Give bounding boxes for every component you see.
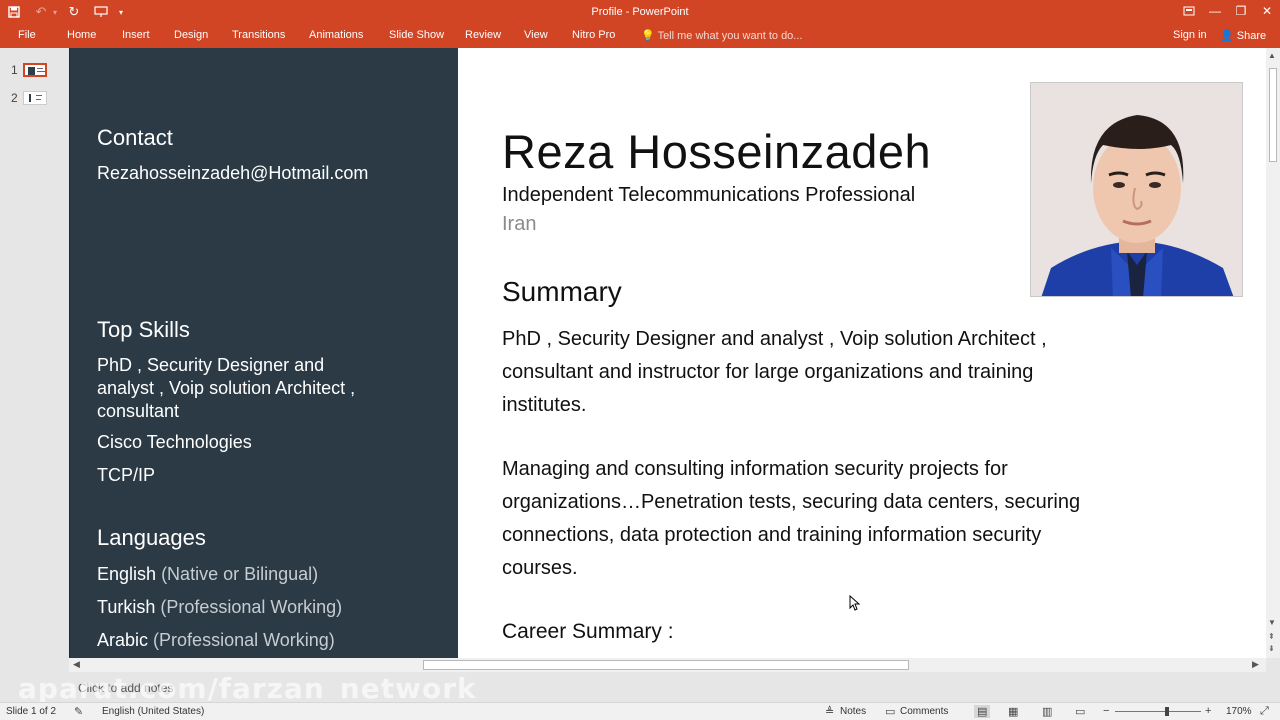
ribbon-tabs: File Home Insert Design Transitions Anim…: [0, 25, 1280, 48]
zoom-slider-handle[interactable]: [1165, 707, 1169, 716]
language-name: Arabic: [97, 630, 149, 650]
language-name: Turkish: [97, 597, 156, 617]
email-text: Rezahosseinzadeh@Hotmail.com: [97, 163, 369, 183]
tab-home[interactable]: Home: [67, 29, 96, 45]
slide-thumbnail-pane: 1 2: [0, 48, 69, 675]
tab-design[interactable]: Design: [174, 29, 208, 45]
career-summary-heading[interactable]: Career Summary :: [502, 620, 674, 644]
tab-animations[interactable]: Animations: [309, 29, 363, 45]
share-button[interactable]: 👤 Share: [1220, 29, 1266, 42]
summary-paragraph[interactable]: Managing and consulting information secu…: [502, 453, 1222, 585]
restore-icon[interactable]: ❐: [1228, 0, 1254, 22]
slide-canvas[interactable]: Contact Rezahosseinzadeh@Hotmail.com Top…: [69, 48, 1266, 658]
zoom-out-icon[interactable]: −: [1103, 705, 1109, 717]
person-icon: 👤: [1220, 30, 1234, 42]
language-level: (Native or Bilingual): [161, 564, 319, 584]
horizontal-scrollbar[interactable]: ◀ ▶: [69, 658, 1266, 672]
language-level: (Professional Working): [153, 630, 335, 650]
profile-location[interactable]: Iran: [502, 213, 536, 236]
slide-main-content: Reza Hosseinzadeh Independent Telecommun…: [458, 48, 1266, 658]
zoom-in-icon[interactable]: +: [1205, 705, 1211, 717]
previous-slide-icon[interactable]: ⇞: [1268, 632, 1275, 641]
horizontal-scroll-thumb[interactable]: [423, 660, 909, 670]
lightbulb-icon: 💡: [641, 30, 655, 42]
tab-view[interactable]: View: [524, 29, 548, 45]
scroll-left-icon[interactable]: ◀: [73, 659, 80, 670]
languages-heading: Languages: [97, 525, 206, 550]
profile-photo[interactable]: [1030, 82, 1243, 297]
scroll-right-icon[interactable]: ▶: [1252, 659, 1259, 670]
skill-item: PhD , Security Designer and analyst , Vo…: [97, 355, 356, 421]
slide-sorter-icon[interactable]: ▦: [1008, 705, 1018, 718]
powerpoint-window: ↶ ▾ ↻ ▾ Profile - PowerPoint — ❐ ✕ File …: [0, 0, 1280, 720]
slideshow-view-icon[interactable]: ▭: [1075, 705, 1085, 718]
tab-file[interactable]: File: [18, 29, 36, 45]
summary-heading[interactable]: Summary: [502, 276, 622, 308]
language-item: English (Native or Bilingual): [97, 563, 318, 586]
zoom-slider[interactable]: [1115, 711, 1201, 712]
scroll-up-icon[interactable]: ▲: [1268, 51, 1276, 60]
notes-icon: ≜: [825, 706, 835, 718]
thumbnail-number: 1: [11, 63, 18, 77]
watermark-text: aparat.com/farzan_network: [18, 672, 477, 705]
profile-headline[interactable]: Independent Telecommunications Professio…: [502, 184, 915, 207]
contact-heading: Contact: [97, 125, 173, 150]
language-name: English: [97, 564, 157, 584]
tell-me-text: Tell me what you want to do...: [657, 30, 803, 42]
vertical-scrollbar[interactable]: ▲ ▼ ⇞ ⇟: [1266, 48, 1280, 658]
slide-counter: Slide 1 of 2: [6, 706, 57, 717]
tab-slide-show[interactable]: Slide Show: [389, 29, 444, 45]
slide-sidebar: Contact Rezahosseinzadeh@Hotmail.com Top…: [69, 48, 458, 658]
minimize-icon[interactable]: —: [1202, 0, 1228, 22]
skill-item: TCP/IP: [97, 465, 156, 485]
normal-view-icon[interactable]: ▤: [974, 705, 991, 718]
tab-review[interactable]: Review: [465, 29, 501, 45]
skills-heading: Top Skills: [97, 317, 190, 342]
slide-thumbnail-2[interactable]: [23, 91, 47, 105]
tab-transitions[interactable]: Transitions: [232, 29, 285, 45]
language-item: Arabic (Professional Working): [97, 629, 335, 652]
zoom-level[interactable]: 170%: [1226, 706, 1252, 717]
fit-slide-icon[interactable]: ⤢: [1260, 705, 1269, 718]
sign-in-link[interactable]: Sign in: [1173, 29, 1207, 41]
slide-thumbnail-1[interactable]: [23, 63, 47, 77]
close-icon[interactable]: ✕: [1254, 0, 1280, 22]
skill-item: Cisco Technologies: [97, 432, 252, 452]
tell-me-search[interactable]: 💡 Tell me what you want to do...: [641, 29, 802, 42]
scroll-down-icon[interactable]: ▼: [1268, 618, 1276, 627]
vertical-scroll-thumb[interactable]: [1269, 68, 1277, 162]
reading-view-icon[interactable]: ▥: [1042, 705, 1052, 718]
ribbon-display-icon[interactable]: [1176, 0, 1202, 22]
title-bar: ↶ ▾ ↻ ▾ Profile - PowerPoint — ❐ ✕: [0, 0, 1280, 25]
notes-button[interactable]: Notes: [840, 706, 866, 717]
window-title: Profile - PowerPoint: [591, 6, 689, 18]
mouse-cursor-icon: [849, 595, 861, 611]
thumbnail-number: 2: [11, 91, 18, 105]
comments-button[interactable]: Comments: [900, 706, 948, 717]
comments-icon: ▭: [885, 706, 896, 718]
language-status[interactable]: English (United States): [102, 706, 204, 717]
share-label: Share: [1236, 30, 1267, 42]
summary-paragraph[interactable]: PhD , Security Designer and analyst , Vo…: [502, 323, 1222, 422]
tab-insert[interactable]: Insert: [122, 29, 150, 45]
status-bar: Slide 1 of 2 ✎ English (United States) ≜…: [0, 702, 1280, 720]
tab-nitro-pro[interactable]: Nitro Pro: [572, 29, 615, 45]
language-item: Turkish (Professional Working): [97, 596, 342, 619]
language-level: (Professional Working): [160, 597, 343, 617]
profile-name[interactable]: Reza Hosseinzadeh: [502, 124, 931, 179]
next-slide-icon[interactable]: ⇟: [1268, 644, 1275, 653]
spelling-icon[interactable]: ✎: [74, 705, 83, 718]
